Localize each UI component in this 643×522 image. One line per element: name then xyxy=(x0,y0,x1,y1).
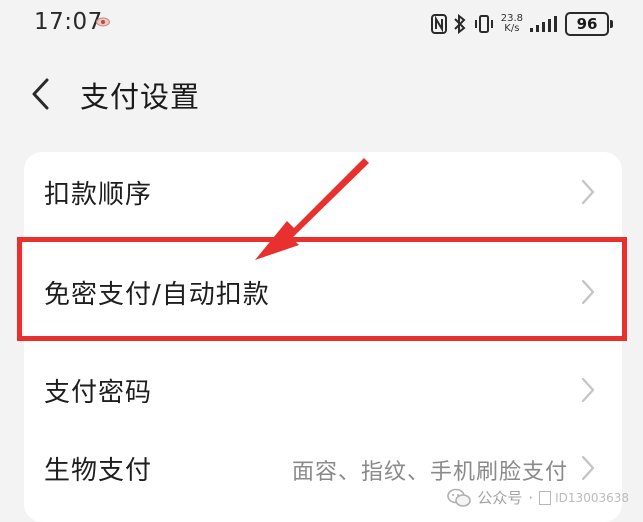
status-icons: 23.8 K/s 96 xyxy=(430,10,613,38)
watermark-separator: · xyxy=(528,488,534,507)
page-header: 支付设置 xyxy=(0,60,643,130)
watermark: 公众号 · ID13003638 xyxy=(447,487,629,508)
signal-icon xyxy=(530,16,557,32)
watermark-source: 公众号 xyxy=(477,489,523,507)
vibrate-icon xyxy=(474,15,493,33)
chevron-right-icon xyxy=(581,279,595,305)
row-label: 生物支付 xyxy=(44,456,153,486)
settings-row-password-free-payment[interactable]: 免密支付/自动扣款 xyxy=(24,252,622,332)
watermark-id: ID13003638 xyxy=(555,490,629,505)
settings-card: 扣款顺序 免密支付/自动扣款 支付密码 生物支付 面容、指纹、手机刷脸支付 xyxy=(24,152,622,522)
battery-icon: 96 xyxy=(565,12,613,36)
bluetooth-icon xyxy=(454,14,466,34)
row-value: 面容、指纹、手机刷脸支付 xyxy=(291,460,568,485)
settings-row-payment-password[interactable]: 支付密码 xyxy=(24,350,622,430)
row-label: 免密支付/自动扣款 xyxy=(44,280,270,310)
row-label: 扣款顺序 xyxy=(44,180,153,210)
back-icon[interactable] xyxy=(30,78,52,110)
wechat-icon xyxy=(447,488,472,507)
network-speed: 23.8 K/s xyxy=(501,14,523,34)
chevron-right-icon xyxy=(581,455,595,481)
speed-unit: K/s xyxy=(504,23,520,34)
row-label: 支付密码 xyxy=(44,378,153,408)
eye-icon xyxy=(96,17,110,27)
status-bar: 17:07 23.8 K/s 96 xyxy=(0,0,643,50)
chevron-right-icon xyxy=(581,179,595,205)
status-time: 17:07 xyxy=(34,9,103,35)
nfc-icon xyxy=(430,14,447,34)
page-title: 支付设置 xyxy=(80,80,201,114)
settings-row-deduction-order[interactable]: 扣款顺序 xyxy=(24,152,622,232)
watermark-bracket-icon xyxy=(539,490,552,505)
chevron-right-icon xyxy=(581,377,595,403)
